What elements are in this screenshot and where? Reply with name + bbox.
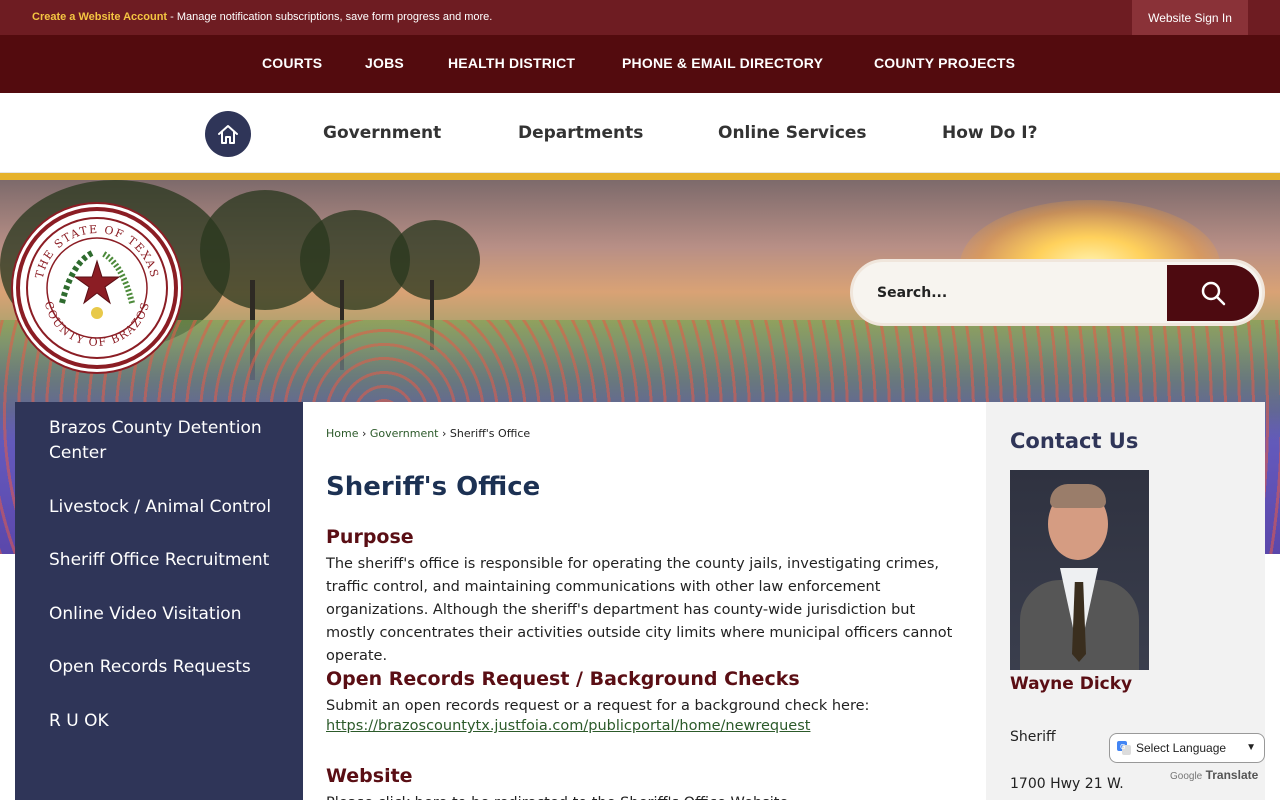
seal-emblem-icon: THE STATE OF TEXAS COUNTY OF BRAZOS [26, 217, 168, 359]
google-translate-icon: G [1117, 741, 1131, 755]
photo-hair [1050, 484, 1106, 508]
nav-county-projects[interactable]: COUNTY PROJECTS [874, 55, 1015, 71]
search-input[interactable] [877, 278, 1157, 308]
powered-by-google[interactable]: Google Translate [1170, 768, 1258, 782]
quick-links-nav: COURTS JOBS HEALTH DISTRICT PHONE & EMAI… [0, 35, 1280, 93]
purpose-heading: Purpose [326, 526, 414, 548]
svg-text:G: G [1120, 743, 1125, 751]
translate-label: Translate [1205, 768, 1259, 782]
nav-how-do-i[interactable]: How Do I? [942, 123, 1037, 143]
main-content: Home › Government › Sheriff's Office She… [303, 402, 986, 800]
breadcrumb: Home › Government › Sheriff's Office [326, 427, 530, 440]
county-seal-logo[interactable]: THE STATE OF TEXAS COUNTY OF BRAZOS [16, 207, 178, 369]
sidebar-nav: Brazos County Detention Center Livestock… [15, 402, 303, 800]
language-select-label: Select Language [1136, 741, 1227, 755]
records-request-link[interactable]: https://brazoscountytx.justfoia.com/publ… [326, 718, 810, 734]
breadcrumb-current: Sheriff's Office [449, 427, 531, 440]
site-search [850, 259, 1265, 326]
main-nav: Government Departments Online Services H… [0, 93, 1280, 173]
website-sign-in-button[interactable]: Website Sign In [1132, 0, 1248, 35]
contact-name: Wayne Dicky [1010, 674, 1133, 694]
search-icon [1201, 281, 1226, 306]
sidebar-item-recruitment[interactable]: Sheriff Office Recruitment [49, 548, 289, 573]
records-heading: Open Records Request / Background Checks [326, 668, 800, 690]
tree-silhouette [390, 220, 480, 300]
nav-phone-email-directory[interactable]: PHONE & EMAIL DIRECTORY [622, 55, 823, 71]
google-logo-text: Google [1170, 771, 1203, 782]
breadcrumb-separator: › [442, 427, 447, 440]
sidebar-item-r-u-ok[interactable]: R U OK [49, 709, 289, 734]
nav-departments[interactable]: Departments [518, 123, 643, 143]
contact-address: 1700 Hwy 21 W. [1010, 776, 1124, 792]
website-heading: Website [326, 765, 413, 787]
nav-courts[interactable]: COURTS [262, 55, 322, 71]
breadcrumb-separator: › [361, 427, 367, 440]
contact-title: Contact Us [1010, 429, 1139, 453]
language-select[interactable]: G Select Language ▼ [1109, 733, 1265, 763]
breadcrumb-government[interactable]: Government [370, 427, 439, 440]
page-title: Sheriff's Office [326, 472, 541, 502]
contact-role: Sheriff [1010, 729, 1056, 745]
account-message-text: - Manage notification subscriptions, sav… [167, 11, 493, 23]
search-button[interactable] [1167, 265, 1259, 321]
home-button[interactable] [205, 111, 251, 157]
nav-jobs[interactable]: JOBS [365, 55, 404, 71]
account-message: Create a Website Account - Manage notifi… [32, 11, 492, 23]
purpose-text: The sheriff's office is responsible for … [326, 556, 953, 664]
top-utility-bar: Create a Website Account - Manage notifi… [0, 0, 1280, 35]
breadcrumb-home[interactable]: Home [326, 427, 358, 440]
records-text: Submit an open records request or a requ… [326, 698, 870, 714]
chevron-down-icon: ▼ [1246, 742, 1256, 753]
sidebar-item-detention-center[interactable]: Brazos County Detention Center [49, 416, 289, 466]
gold-divider [0, 173, 1280, 180]
home-icon [218, 125, 238, 144]
nav-government[interactable]: Government [323, 123, 441, 143]
website-text[interactable]: Please click here to be redirected to th… [326, 792, 956, 800]
sidebar-item-livestock-animal-control[interactable]: Livestock / Animal Control [49, 495, 289, 520]
sidebar-item-video-visitation[interactable]: Online Video Visitation [49, 602, 289, 627]
nav-health-district[interactable]: HEALTH DISTRICT [448, 55, 575, 71]
nav-online-services[interactable]: Online Services [718, 123, 867, 143]
sheriff-photo [1010, 470, 1149, 670]
sidebar-item-open-records[interactable]: Open Records Requests [49, 655, 289, 680]
create-account-link[interactable]: Create a Website Account [32, 11, 167, 23]
